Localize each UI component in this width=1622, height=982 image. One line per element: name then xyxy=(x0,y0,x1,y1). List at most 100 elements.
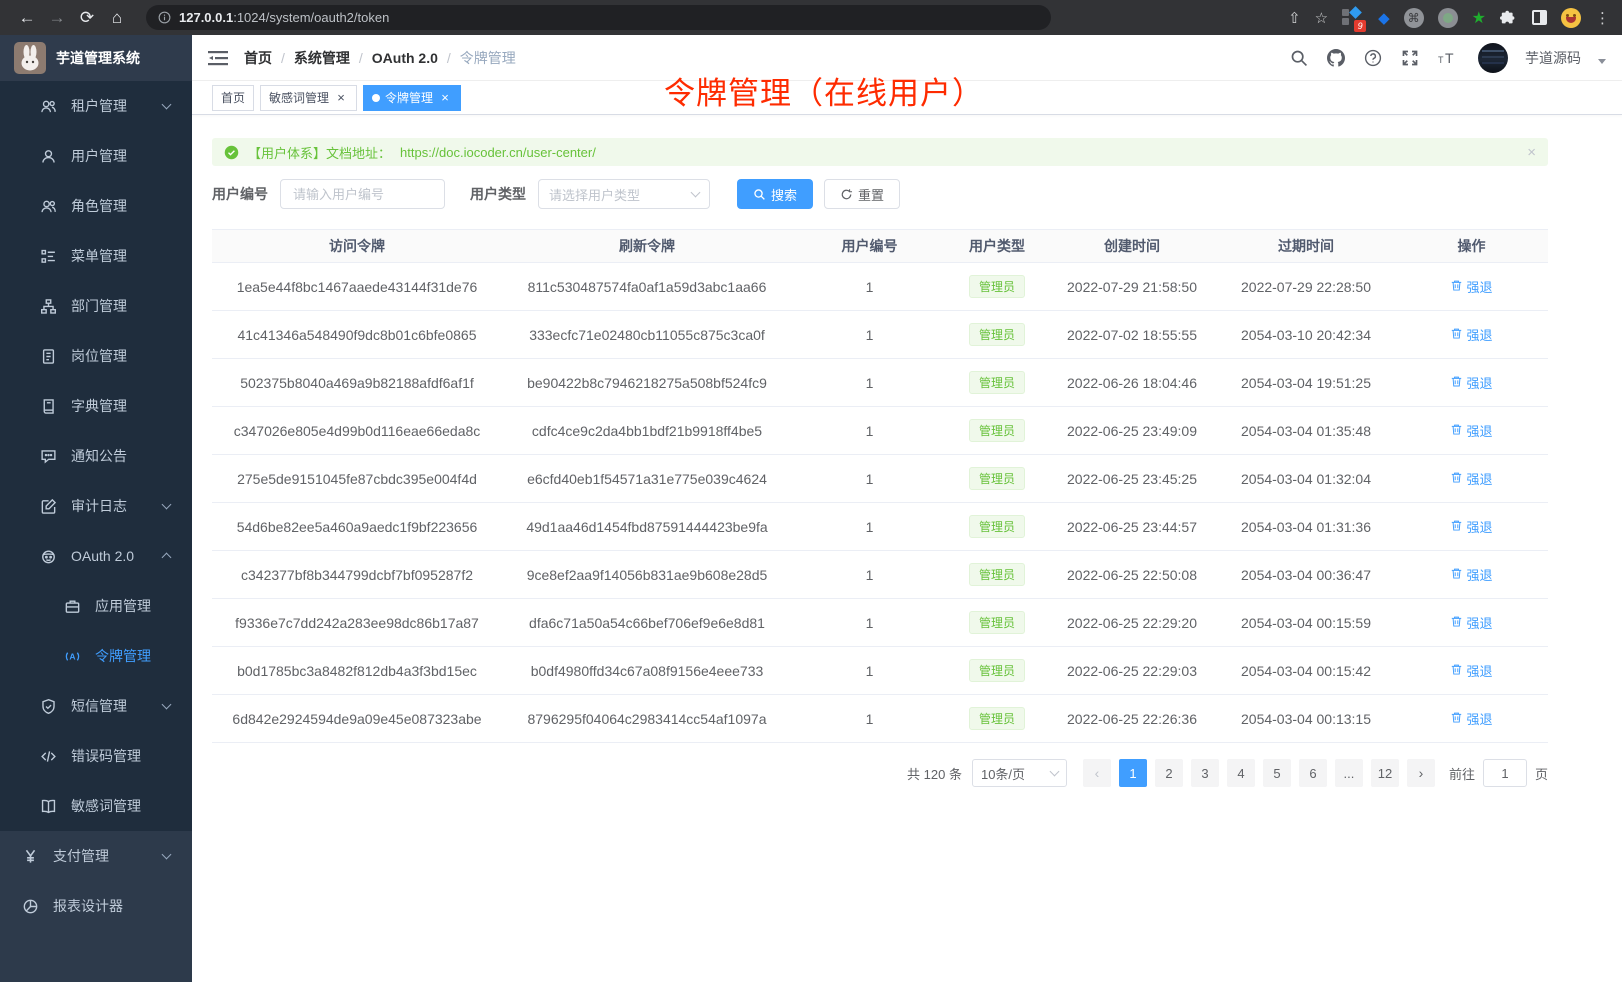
app-logo-bar[interactable]: 芋道管理系统 xyxy=(0,35,192,81)
pagination-ellipsis[interactable]: ... xyxy=(1335,759,1363,787)
browser-forward-icon[interactable]: → xyxy=(42,5,72,31)
tab-令牌管理[interactable]: 令牌管理× xyxy=(363,85,461,111)
help-icon[interactable] xyxy=(1363,48,1383,68)
user-type-select[interactable]: 请选择用户类型 xyxy=(538,179,710,209)
pagination-page-3[interactable]: 3 xyxy=(1191,759,1219,787)
sidebar-item-tenant-users[interactable]: 租户管理 xyxy=(0,81,192,131)
browser-menu-icon[interactable]: ⋮ xyxy=(1595,9,1610,27)
force-logout-button[interactable]: 强退 xyxy=(1450,517,1492,536)
tab-首页[interactable]: 首页 xyxy=(212,85,254,111)
sidebar-item-role[interactable]: 角色管理 xyxy=(0,181,192,231)
user-icon xyxy=(40,147,58,165)
github-icon[interactable] xyxy=(1326,48,1346,68)
alert-doc-link[interactable]: https://doc.iocoder.cn/user-center/ xyxy=(400,145,596,160)
user-menu-caret-icon[interactable] xyxy=(1598,59,1606,64)
emoji-profile-icon[interactable] xyxy=(1561,8,1581,28)
tab-close-icon[interactable]: × xyxy=(438,91,452,105)
action-cell: 强退 xyxy=(1395,551,1548,599)
goto-page-input[interactable] xyxy=(1483,759,1527,787)
user-avatar[interactable] xyxy=(1478,43,1508,73)
force-logout-button[interactable]: 强退 xyxy=(1450,709,1492,728)
sidebar-item-post-badge[interactable]: 岗位管理 xyxy=(0,331,192,381)
sidebar-collapse-icon[interactable] xyxy=(208,49,228,67)
breadcrumb-item[interactable]: 首页 xyxy=(244,48,272,68)
search-button[interactable]: 搜索 xyxy=(737,179,813,209)
pagination-page-4[interactable]: 4 xyxy=(1227,759,1255,787)
force-logout-button[interactable]: 强退 xyxy=(1450,661,1492,680)
sidebar-item-sms-shield[interactable]: 短信管理 xyxy=(0,681,192,731)
expire-time-cell: 2054-03-04 01:35:48 xyxy=(1217,407,1395,455)
header-search-icon[interactable] xyxy=(1289,48,1309,68)
sidebar-item-org[interactable]: 部门管理 xyxy=(0,281,192,331)
goto-suffix: 页 xyxy=(1535,764,1548,783)
sidebar-item-label: 支付管理 xyxy=(53,846,109,866)
pagination-page-5[interactable]: 5 xyxy=(1263,759,1291,787)
table-row: 41c41346a548490f9dc8b01c6bfe0865333ecfc7… xyxy=(212,311,1548,359)
sidebar-item-menu-tree[interactable]: 菜单管理 xyxy=(0,231,192,281)
org-icon xyxy=(40,297,58,315)
alert-close-icon[interactable]: × xyxy=(1527,144,1536,161)
user-id-input[interactable] xyxy=(280,179,445,209)
sidebar-item-notice-bubble[interactable]: 通知公告 xyxy=(0,431,192,481)
bookmark-star-icon[interactable]: ☆ xyxy=(1315,9,1328,27)
address-bar[interactable]: 127.0.0.1:1024/system/oauth2/token xyxy=(146,5,1051,30)
browser-back-icon[interactable]: ← xyxy=(12,5,42,31)
sidebar-item-error-code[interactable]: 错误码管理 xyxy=(0,731,192,781)
screen: ← → ⟳ ⌂ 127.0.0.1:1024/system/oauth2/tok… xyxy=(0,0,1622,982)
share-icon[interactable]: ⇧ xyxy=(1288,9,1301,27)
breadcrumb-item: 令牌管理 xyxy=(460,48,516,68)
force-logout-button[interactable]: 强退 xyxy=(1450,277,1492,296)
pagination-page-1[interactable]: 1 xyxy=(1119,759,1147,787)
trash-icon xyxy=(1450,663,1463,679)
user-type-label: 用户类型 xyxy=(470,184,526,204)
browser-home-icon[interactable]: ⌂ xyxy=(102,5,132,31)
action-cell: 强退 xyxy=(1395,503,1548,551)
oauth-icon xyxy=(40,547,58,565)
browser-reload-icon[interactable]: ⟳ xyxy=(72,5,102,31)
refresh-icon xyxy=(840,188,853,201)
next-page-button[interactable]: › xyxy=(1407,759,1435,787)
fullscreen-icon[interactable] xyxy=(1400,48,1420,68)
tab-close-icon[interactable]: × xyxy=(334,91,348,105)
sidebar-item-app-briefcase[interactable]: 应用管理 xyxy=(0,581,192,631)
site-info-icon[interactable] xyxy=(158,11,171,24)
command-extension-icon[interactable]: ⌘ xyxy=(1404,8,1424,28)
username[interactable]: 芋道源码 xyxy=(1525,48,1581,68)
sidebar-item-oauth[interactable]: OAuth 2.0 xyxy=(0,531,192,581)
sidepanel-icon[interactable] xyxy=(1532,10,1547,25)
force-logout-button[interactable]: 强退 xyxy=(1450,325,1492,344)
force-logout-button[interactable]: 强退 xyxy=(1450,373,1492,392)
user-type-cell: 管理员 xyxy=(947,599,1047,647)
breadcrumb-item[interactable]: 系统管理 xyxy=(294,48,350,68)
access-token-cell: b0d1785bc3a8482f812db4a3f3bd15ec xyxy=(212,647,502,695)
sidebar-item-user[interactable]: 用户管理 xyxy=(0,131,192,181)
breadcrumb-item[interactable]: OAuth 2.0 xyxy=(372,50,438,66)
reset-button[interactable]: 重置 xyxy=(824,179,900,209)
green-star-extension-icon[interactable]: ★ xyxy=(1472,8,1486,28)
force-logout-button[interactable]: 强退 xyxy=(1450,469,1492,488)
recorder-extension-icon[interactable] xyxy=(1438,8,1458,28)
sidebar-item-label: 菜单管理 xyxy=(71,246,127,266)
sidebar-item-sensitive-book[interactable]: 敏感词管理 xyxy=(0,781,192,831)
sidebar-item-report-chart[interactable]: 报表设计器 xyxy=(0,881,192,931)
force-logout-button[interactable]: 强退 xyxy=(1450,613,1492,632)
puzzle-extensions-icon[interactable] xyxy=(1500,9,1518,27)
prev-page-button[interactable]: ‹ xyxy=(1083,759,1111,787)
sidebar-item-audit-log[interactable]: 审计日志 xyxy=(0,481,192,531)
expire-time-cell: 2054-03-04 00:13:15 xyxy=(1217,695,1395,743)
column-header: 访问令牌 xyxy=(212,230,502,263)
force-logout-button[interactable]: 强退 xyxy=(1450,565,1492,584)
extension-badge-icon[interactable]: 9 xyxy=(1342,7,1364,29)
gem-extension-icon[interactable]: ◆ xyxy=(1378,9,1390,27)
sidebar-item-pay-yen[interactable]: 支付管理 xyxy=(0,831,192,881)
sidebar-item-token-signal[interactable]: A令牌管理 xyxy=(0,631,192,681)
pagination-page-12[interactable]: 12 xyxy=(1371,759,1399,787)
sidebar-item-dict-book[interactable]: 字典管理 xyxy=(0,381,192,431)
pagination-total: 共 120 条 xyxy=(907,764,962,783)
pagination-page-2[interactable]: 2 xyxy=(1155,759,1183,787)
tab-敏感词管理[interactable]: 敏感词管理× xyxy=(260,85,357,111)
font-size-icon[interactable]: TT xyxy=(1437,48,1457,68)
page-size-select[interactable]: 10条/页 xyxy=(972,759,1067,787)
force-logout-button[interactable]: 强退 xyxy=(1450,421,1492,440)
pagination-page-6[interactable]: 6 xyxy=(1299,759,1327,787)
